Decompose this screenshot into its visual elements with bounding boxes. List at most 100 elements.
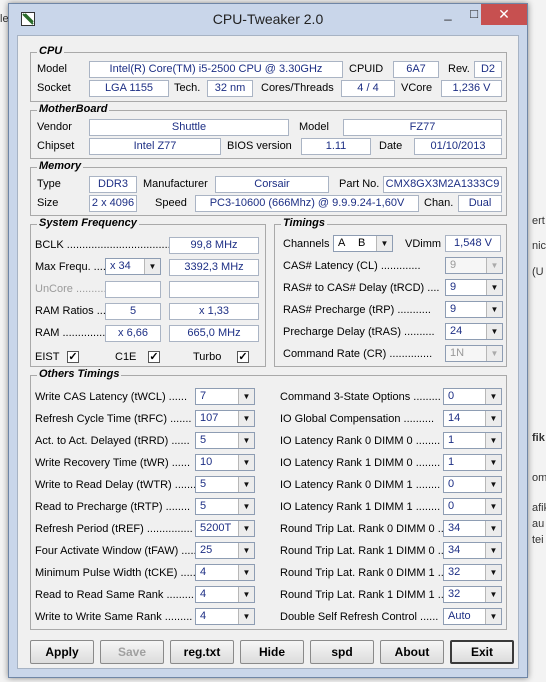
ram-ratio-b-value: x 1,33 [169,303,259,320]
cpuid-label: CPUID [349,63,384,75]
date-value: 01/10/2013 [414,138,502,155]
apply-button[interactable]: Apply [30,640,94,664]
twcl-label: Write CAS Latency (tWCL) ...... [35,391,187,403]
double-self-refresh-dropdown[interactable]: Auto ▼ [443,608,502,625]
system-frequency-title: System Frequency [37,217,139,229]
cpu-tweaker-window: CPU-Tweaker 2.0 _ □ ✕ CPU Model Intel(R)… [8,3,528,678]
cpu-group: CPU Model Intel(R) Core(TM) i5-2500 CPU … [30,45,507,102]
twtr-dropdown[interactable]: 5 ▼ [195,476,255,493]
save-button[interactable]: Save [100,640,164,664]
manufacturer-label: Manufacturer [143,178,208,190]
rtl-r0d0-value: 34 [448,522,461,534]
close-button[interactable]: ✕ [481,4,527,25]
socket-value: LGA 1155 [89,80,169,97]
cores-value: 4 / 4 [341,80,395,97]
c1e-label: C1E [115,351,137,363]
part-label: Part No. [339,178,380,190]
chevron-down-icon: ▼ [376,236,392,251]
channels-dropdown[interactable]: A B ▼ [333,235,393,252]
tcke-label: Minimum Pulse Width (tCKE) ...... [35,567,199,579]
vdimm-value: 1,548 V [445,235,501,252]
exit-button[interactable]: Exit [450,640,514,664]
max-freq-multiplier-dropdown[interactable]: x 34 ▼ [105,258,161,275]
chipset-label: Chipset [37,140,75,152]
io-lat-r0d1-dropdown[interactable]: 0 ▼ [443,476,502,493]
trtp-value: 5 [200,500,207,512]
hide-button[interactable]: Hide [240,640,304,664]
rtl-r1d1-dropdown[interactable]: 32 ▼ [443,586,502,603]
rtl-r1d0-dropdown[interactable]: 34 ▼ [443,542,502,559]
tfaw-dropdown[interactable]: 25 ▼ [195,542,255,559]
twr-value: 10 [200,456,213,468]
manufacturer-value: Corsair [215,176,329,193]
trcd-value: 9 [450,281,457,293]
chevron-down-icon: ▼ [486,324,502,339]
max-freq-label: Max Frequ. .... [35,261,106,273]
trp-dropdown[interactable]: 9 ▼ [445,301,503,318]
about-button[interactable]: About [380,640,444,664]
twtr-value: 5 [200,478,207,490]
trrd-label: Act. to Act. Delayed (tRRD) ...... [35,435,190,447]
cas-latency-label: CAS# Latency (CL) ............. [283,260,421,272]
uncore-multiplier-value [105,281,161,298]
command-3-state-label: Command 3-State Options ......... [280,391,441,403]
twr-dropdown[interactable]: 10 ▼ [195,454,255,471]
io-lat-r0d0-label: IO Latency Rank 0 DIMM 0 ........ [280,435,441,447]
cas-latency-dropdown[interactable]: 9 ▼ [445,257,503,274]
rtl-r0d1-dropdown[interactable]: 32 ▼ [443,564,502,581]
trfc-dropdown[interactable]: 107 ▼ [195,410,255,427]
c1e-checkbox[interactable]: ✓ [148,351,160,363]
trfc-value: 107 [200,412,219,424]
tech-value: 32 nm [207,80,253,97]
max-freq-value: 3392,3 MHz [169,259,259,276]
reg-txt-button[interactable]: reg.txt [170,640,234,664]
trrd-dropdown[interactable]: 5 ▼ [195,432,255,449]
twcl-dropdown[interactable]: 7 ▼ [195,388,255,405]
tcke-value: 4 [200,566,207,578]
command-3-state-dropdown[interactable]: 0 ▼ [443,388,502,405]
spd-button[interactable]: spd [310,640,374,664]
tras-dropdown[interactable]: 24 ▼ [445,323,503,340]
trfc-label: Refresh Cycle Time (tRFC) ....... [35,413,192,425]
rtl-r0d1-label: Round Trip Lat. Rank 0 DIMM 1 .... [280,567,450,579]
trtp-dropdown[interactable]: 5 ▼ [195,498,255,515]
minimize-button[interactable]: _ [435,4,461,25]
write-write-same-rank-dropdown[interactable]: 4 ▼ [195,608,255,625]
chevron-down-icon: ▼ [486,280,502,295]
other-timings-group: Others Timings Write CAS Latency (tWCL) … [30,368,507,630]
io-global-comp-dropdown[interactable]: 14 ▼ [443,410,502,427]
twtr-label: Write to Read Delay (tWTR) ....... [35,479,197,491]
cas-latency-value: 9 [450,259,457,271]
chevron-down-icon: ▼ [238,521,254,536]
io-lat-r0d0-dropdown[interactable]: 1 ▼ [443,432,502,449]
rtl-r0d0-dropdown[interactable]: 34 ▼ [443,520,502,537]
chevron-down-icon: ▼ [486,258,502,273]
tfaw-value: 25 [200,544,213,556]
twcl-value: 7 [200,390,207,402]
chevron-down-icon: ▼ [144,259,160,274]
chevron-down-icon: ▼ [238,565,254,580]
chipset-value: Intel Z77 [89,138,221,155]
command-rate-dropdown[interactable]: 1N ▼ [445,345,503,362]
read-read-same-rank-value: 4 [200,588,207,600]
other-timings-title: Others Timings [37,368,122,380]
turbo-checkbox[interactable]: ✓ [237,351,249,363]
command-3-state-value: 0 [448,390,455,402]
vcore-label: VCore [401,82,433,94]
chevron-down-icon: ▼ [238,543,254,558]
read-read-same-rank-dropdown[interactable]: 4 ▼ [195,586,255,603]
tref-dropdown[interactable]: 5200T ▼ [195,520,255,537]
title-bar[interactable]: CPU-Tweaker 2.0 _ □ ✕ [9,4,527,34]
channel-a-value: A [338,237,346,249]
chan-value: Dual [458,195,502,212]
trcd-dropdown[interactable]: 9 ▼ [445,279,503,296]
io-lat-r1d1-dropdown[interactable]: 0 ▼ [443,498,502,515]
eist-checkbox[interactable]: ✓ [67,351,79,363]
eist-label: EIST [35,351,60,363]
tras-value: 24 [450,325,463,337]
tcke-dropdown[interactable]: 4 ▼ [195,564,255,581]
chevron-down-icon: ▼ [238,609,254,624]
trrd-value: 5 [200,434,207,446]
command-rate-label: Command Rate (CR) .............. [283,348,433,360]
io-lat-r1d0-dropdown[interactable]: 1 ▼ [443,454,502,471]
